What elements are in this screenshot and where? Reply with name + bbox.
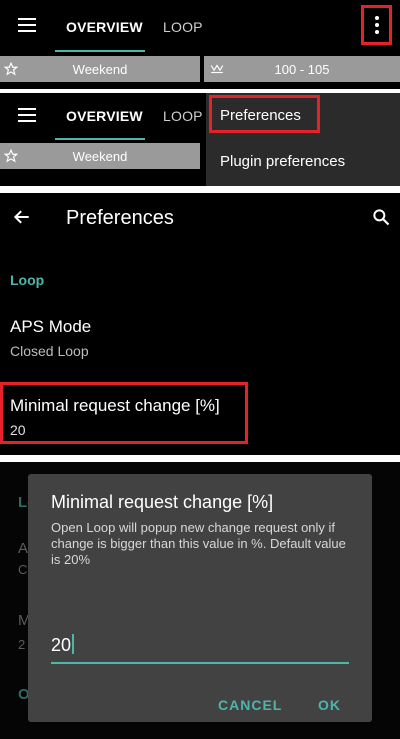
highlight-min-request xyxy=(0,382,248,444)
value-input-text: 20 xyxy=(51,635,72,655)
tab-indicator xyxy=(55,50,145,52)
dialog-screen: Lo A C M 2 O Minimal request change [%] … xyxy=(0,462,400,739)
tab-loop[interactable]: LOOP xyxy=(163,108,203,124)
menu-icon[interactable] xyxy=(18,108,36,126)
target-chip-label: 100 - 105 xyxy=(274,61,330,77)
search-icon[interactable] xyxy=(371,207,391,227)
dialog-title: Minimal request change [%] xyxy=(51,492,274,512)
back-arrow-icon[interactable] xyxy=(12,207,32,227)
highlight-preferences xyxy=(209,95,320,133)
profile-chip-label: Weekend xyxy=(72,61,128,77)
edit-value-dialog: Minimal request change [%] Open Loop wil… xyxy=(28,474,372,722)
dialog-message: Open Loop will popup new change request … xyxy=(51,520,346,567)
tab-overview[interactable]: OVERVIEW xyxy=(66,108,143,124)
preferences-screen: Preferences Loop APS Mode Closed Loop Mi… xyxy=(0,193,400,455)
pref-aps-mode-value: Closed Loop xyxy=(10,343,89,359)
star-icon xyxy=(4,149,18,163)
highlight-more-options xyxy=(361,5,392,45)
profile-chip-label: Weekend xyxy=(72,148,128,164)
profile-chip[interactable]: Weekend xyxy=(0,56,200,82)
menu-icon[interactable] xyxy=(18,18,36,36)
menu-item-plugin-preferences[interactable]: Plugin preferences xyxy=(220,153,345,170)
value-input[interactable]: 20 xyxy=(51,634,349,664)
tab-overview[interactable]: OVERVIEW xyxy=(66,19,143,35)
profile-chip[interactable]: Weekend xyxy=(0,143,200,169)
page-title: Preferences xyxy=(66,207,174,229)
ok-button[interactable]: OK xyxy=(318,697,341,713)
bg-aps-label: A xyxy=(18,540,29,557)
target-chip[interactable]: 100 - 105 xyxy=(204,56,400,82)
tab-indicator xyxy=(55,138,145,140)
star-icon xyxy=(4,62,18,76)
overview-screen-menu: OVERVIEW LOOP Weekend Preferences Plugin… xyxy=(0,93,400,186)
bg-min-value: 2 xyxy=(18,637,26,652)
section-header-loop: Loop xyxy=(10,272,45,288)
bg-aps-value: C xyxy=(18,562,28,577)
pref-aps-mode-label: APS Mode xyxy=(10,317,92,336)
overview-screen-top: OVERVIEW LOOP Weekend 100 - 105 xyxy=(0,0,400,89)
text-cursor xyxy=(72,634,75,654)
target-range-icon xyxy=(210,64,224,74)
cancel-button[interactable]: CANCEL xyxy=(218,697,282,713)
tab-loop[interactable]: LOOP xyxy=(163,19,203,35)
pref-aps-mode[interactable]: APS Mode Closed Loop xyxy=(10,317,91,359)
